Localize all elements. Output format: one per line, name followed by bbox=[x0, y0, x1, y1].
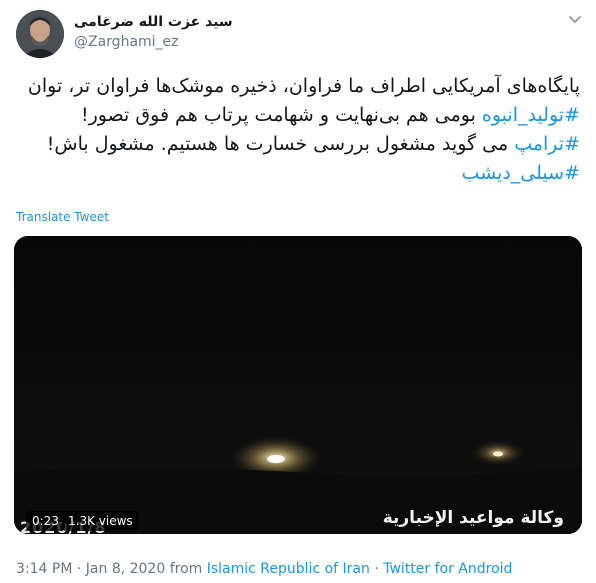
tweet-meta: 3:14 PM · Jan 8, 2020 from Islamic Repub… bbox=[16, 561, 512, 577]
video-views-badge: 1.3K views bbox=[62, 511, 139, 531]
tweet-client-link[interactable]: Twitter for Android bbox=[383, 561, 512, 577]
tweet-line-2-text: بومی هم بی‌نهایت و شهامت پرتاب هم فوق تص… bbox=[80, 104, 482, 126]
hashtag-link[interactable]: #ترامپ bbox=[514, 133, 580, 155]
tweet-line-2: #تولید_انبوه بومی هم بی‌نهایت و شهامت پر… bbox=[20, 101, 580, 130]
meta-separator: · bbox=[72, 561, 86, 577]
tweet-time[interactable]: 3:14 PM bbox=[16, 561, 72, 577]
avatar-image bbox=[16, 10, 64, 58]
video-player[interactable]: 2020/1/8 وكالة مواعيد الإخبارية 0:23 1.3… bbox=[14, 236, 582, 534]
author-handle[interactable]: @Zarghami_ez bbox=[74, 34, 179, 50]
tweet-line-3: #ترامپ می گوید مشغول بررسی خسارت ها هستی… bbox=[20, 130, 580, 159]
meta-separator: · bbox=[369, 561, 384, 577]
tweet-text: پایگاه‌های آمریکایی اطراف ما فراوان، ذخی… bbox=[20, 72, 580, 188]
hashtag-link[interactable]: #سیلی_دیشب bbox=[461, 162, 580, 184]
avatar[interactable] bbox=[16, 10, 64, 58]
tweet-line-1: پایگاه‌های آمریکایی اطراف ما فراوان، ذخی… bbox=[27, 75, 580, 97]
tweet-line-3-text: می گوید مشغول بررسی خسارت ها هستیم. مشغو… bbox=[46, 133, 515, 155]
translate-tweet-link[interactable]: Translate Tweet bbox=[16, 210, 109, 224]
meta-from: from bbox=[165, 561, 207, 577]
video-watermark: وكالة مواعيد الإخبارية bbox=[382, 508, 564, 528]
video-frame bbox=[14, 236, 582, 534]
chevron-down-icon[interactable] bbox=[566, 10, 584, 28]
tweet-line-4: #سیلی_دیشب bbox=[20, 159, 580, 188]
tweet-location-link[interactable]: Islamic Republic of Iran bbox=[207, 561, 370, 577]
hashtag-link[interactable]: #تولید_انبوه bbox=[482, 104, 580, 126]
tweet-date[interactable]: Jan 8, 2020 bbox=[86, 561, 165, 577]
video-duration-badge: 0:23 bbox=[26, 511, 65, 531]
author-name[interactable]: سید عزت الله ضرغامی bbox=[74, 14, 233, 30]
